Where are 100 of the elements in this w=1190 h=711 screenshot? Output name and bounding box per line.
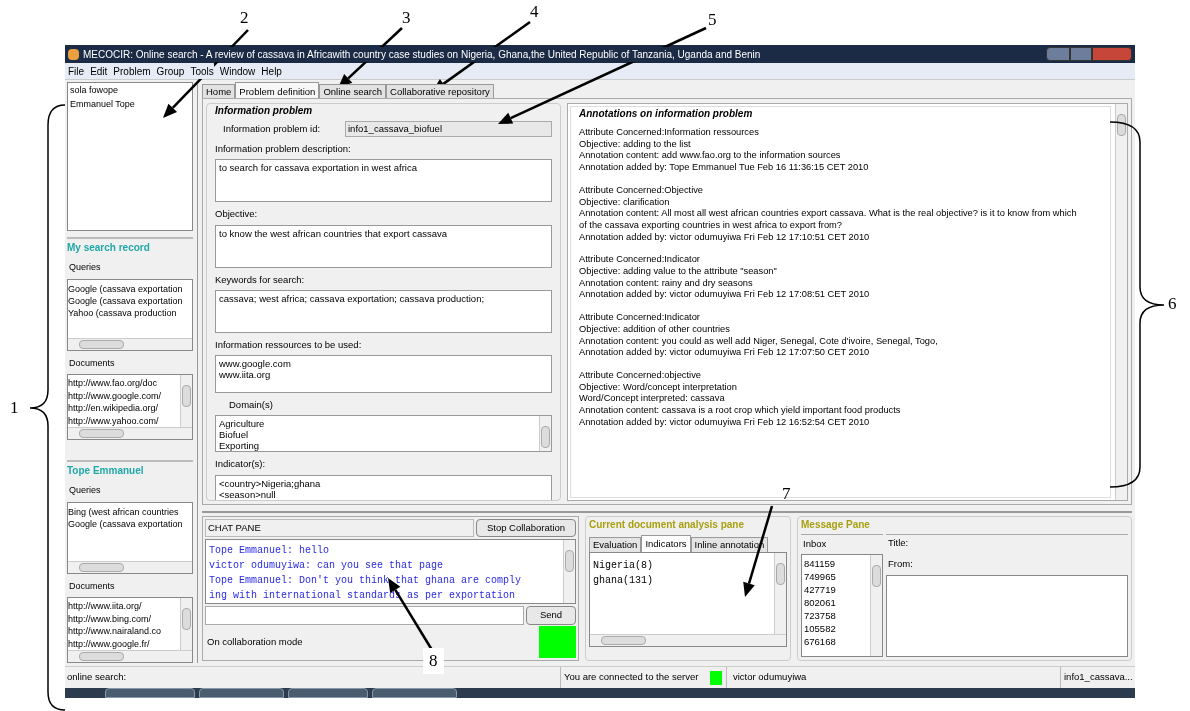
text-area[interactable]: www.google.com www.iita.org <box>215 355 552 393</box>
document-item[interactable]: http://www.google.fr/ <box>68 637 180 650</box>
document-item[interactable]: http://www.bing.com/ <box>68 612 180 625</box>
vertical-scrollbar[interactable] <box>180 598 192 650</box>
vertical-scrollbar[interactable] <box>563 540 575 603</box>
inbox-item[interactable]: 841159 <box>804 557 870 570</box>
inbox-item[interactable]: 105582 <box>804 622 870 635</box>
annotation-line: Annotation added by: victor odumuyiwa Fri Feb 12 17:10:51 CET 2010 <box>579 231 871 244</box>
text-area[interactable]: cassava; west africa; cassava exportation; cassava production; <box>215 289 552 333</box>
document-item[interactable]: http://www.fao.org/doc <box>68 377 180 390</box>
horizontal-scrollbar[interactable] <box>68 427 192 439</box>
taskbar-button[interactable] <box>199 688 284 698</box>
document-item[interactable]: http://www.nairaland.co <box>68 625 180 638</box>
vertical-scrollbar[interactable] <box>774 553 786 634</box>
taskbar-button[interactable] <box>105 688 195 698</box>
java-cup-icon <box>68 48 79 60</box>
send-button[interactable]: Send <box>526 606 576 625</box>
list-item[interactable]: Agriculture <box>219 418 536 430</box>
vertical-scrollbar[interactable] <box>870 555 882 656</box>
text-area[interactable]: to know the west african countries that export cassava <box>215 224 552 268</box>
id-field: info1_cassava_biofuel <box>345 121 552 137</box>
horizontal-scrollbar[interactable] <box>68 650 192 662</box>
section-title: Tope Emmanuel <box>67 464 145 478</box>
tab[interactable]: Problem definition <box>235 82 320 98</box>
annotation-line: Objective: adding to the list <box>579 138 692 151</box>
annotation-line: Annotation content: add www.fao.org to the information sources <box>579 150 842 163</box>
inbox-item[interactable]: 427719 <box>804 583 870 596</box>
callout-number: 6 <box>1168 294 1177 314</box>
query-item[interactable]: Yahoo (cassava production <box>68 306 192 319</box>
field-label: Title: <box>887 536 910 550</box>
inbox-item[interactable]: 676168 <box>804 635 870 648</box>
horizontal-scrollbar[interactable] <box>68 337 192 350</box>
taskbar-button[interactable] <box>372 688 457 698</box>
annotation-line: Objective: adding value to the attribute "season" <box>579 266 778 278</box>
annotation-line: Objective: addition of other countries <box>579 323 731 336</box>
inbox-item[interactable]: 802061 <box>804 596 870 609</box>
tab[interactable]: Evaluation <box>589 537 642 552</box>
query-item[interactable]: Google (cassava exportation <box>68 294 192 307</box>
query-item[interactable]: Google (cassava exportation <box>68 517 192 530</box>
document-item[interactable]: http://en.wikipedia.org/ <box>68 402 180 415</box>
tab[interactable]: Indicators <box>641 535 691 552</box>
inbox-item[interactable]: 749965 <box>804 570 870 583</box>
annotation-line: Objective: clarification <box>579 196 671 209</box>
minimize-button[interactable] <box>1046 47 1070 61</box>
document-item[interactable]: http://www.google.com/ <box>68 389 180 402</box>
indicator-item[interactable]: Nigeria(8) <box>593 558 771 573</box>
document-item[interactable]: http://www.iita.org/ <box>68 600 180 613</box>
inbox-item[interactable]: 723758 <box>804 609 870 622</box>
document-item[interactable]: http://www.yahoo.com/ <box>68 414 180 427</box>
text-line: www.iita.org <box>219 369 272 380</box>
annotation-line: Attribute Concerned:objective <box>579 369 702 382</box>
panel-title: Annotations on information problem <box>579 107 754 121</box>
indicator-item[interactable]: ghana(131) <box>593 573 771 588</box>
field-label: Keywords for search: <box>215 272 306 287</box>
text-area[interactable]: to search for cassava exportation in west africa <box>215 159 552 203</box>
list-item[interactable]: Biofuel <box>219 429 536 441</box>
annotation-line: Annotation added by: victor odumuyiwa Fri Feb 12 16:52:54 CET 2010 <box>579 416 871 429</box>
callout-number: 4 <box>530 2 539 22</box>
list-label: Queries <box>68 261 102 274</box>
callout-number: 7 <box>782 484 791 504</box>
vertical-scrollbar[interactable] <box>180 375 192 427</box>
taskbar-button[interactable] <box>288 688 368 698</box>
list-label: Documents <box>68 579 116 593</box>
status-text: online search: <box>66 670 128 684</box>
user-item[interactable]: sola fowope <box>70 84 190 98</box>
tab[interactable]: Home <box>202 84 236 98</box>
text-area[interactable]: <country>Nigeria;ghana <season>null <box>215 474 552 500</box>
horizontal-scrollbar[interactable] <box>590 634 786 646</box>
field-label: Indicator(s): <box>215 457 267 472</box>
message-input[interactable] <box>205 606 524 625</box>
text-line: <season>null <box>219 488 276 500</box>
list-item[interactable]: Exporting <box>219 440 536 452</box>
tab[interactable]: Collaborative repository <box>386 84 494 98</box>
callout-number: 2 <box>240 8 249 28</box>
annotation-line: Annotation content: cassava is a root crop which yield important food products <box>579 405 902 417</box>
text-line: to search for cassava exportation in west africa <box>219 162 418 174</box>
query-item[interactable]: Google (cassava exportation <box>68 282 192 295</box>
annotation-line: Annotation added by: victor odumuyiwa Fri Feb 12 17:07:50 CET 2010 <box>579 347 871 359</box>
query-item[interactable]: Bing (west african countries <box>68 505 192 518</box>
field-label: Domain(s) <box>228 398 274 412</box>
annotation-line: Annotation content: you could as well add Niger, Senegal, Cote d'ivoire, Senegal, Togo, <box>579 335 939 348</box>
maximize-button[interactable] <box>1070 47 1092 61</box>
vertical-scrollbar[interactable] <box>1115 104 1127 500</box>
stop-collaboration-button[interactable]: Stop Collaboration <box>476 519 576 537</box>
tab[interactable]: Online search <box>319 84 386 98</box>
text-line: <country>Nigeria;ghana <box>219 477 322 489</box>
text-line: cassava; west africa; cassava exportation; cassava production; <box>219 292 486 304</box>
domain-list[interactable]: Agriculture Biofuel Exporting <box>215 415 552 453</box>
field-label: Information ressources to be used: <box>215 337 363 352</box>
chat-message: victor odumuyiwa: can you see that page <box>209 559 445 573</box>
close-button[interactable] <box>1092 47 1132 61</box>
text-line: www.google.com <box>219 358 292 369</box>
user-item[interactable]: Emmanuel Tope <box>70 97 190 111</box>
field-label: Information problem description: <box>215 142 352 156</box>
annotation-line: Objective: Word/concept interpretation <box>579 381 738 394</box>
section-title: My search record <box>67 241 151 255</box>
field-label: Objective: <box>215 207 259 222</box>
vertical-scrollbar[interactable] <box>539 416 551 452</box>
horizontal-scrollbar[interactable] <box>68 560 192 573</box>
menu-item[interactable]: Tools <box>190 63 214 79</box>
